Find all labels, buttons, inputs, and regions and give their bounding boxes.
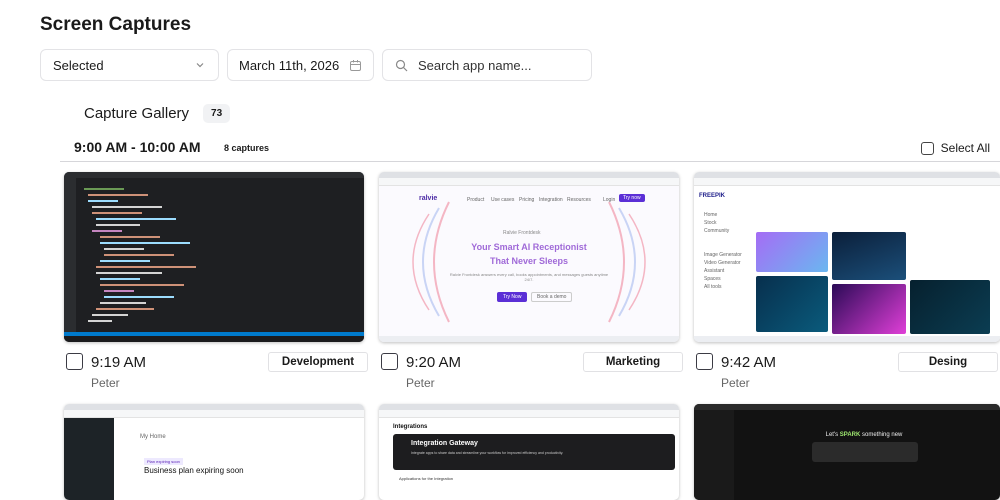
time-range-label: 9:00 AM - 10:00 AM (74, 139, 201, 155)
freepik-side-item: Spaces (704, 276, 721, 282)
ralvie-kicker: Ralvie Frontdesk (503, 230, 541, 236)
gallery-count-badge: 73 (203, 104, 231, 123)
search-app-input[interactable]: Search app name... (382, 49, 592, 81)
gallery-header: Capture Gallery 73 (84, 104, 231, 123)
gallery-title: Capture Gallery (84, 105, 190, 122)
freepik-result-image (756, 276, 828, 332)
ralvie-headline-2: That Never Sleeps (489, 256, 569, 266)
wp-badge: Plan expiring soon (144, 458, 183, 465)
ralvie-cta: Try now (619, 194, 645, 202)
ralvie-login: Login (603, 197, 616, 203)
ralvie-brand: ralvie (419, 195, 438, 202)
select-all-toggle[interactable]: Select All (920, 141, 990, 155)
capture-user: Peter (406, 376, 435, 390)
wp-headline: Business plan expiring soon (144, 466, 244, 475)
capture-time: 9:19 AM (91, 354, 147, 371)
capture-thumbnail[interactable]: Let's SPARK something new (694, 404, 1000, 500)
capture-checkbox[interactable] (696, 353, 713, 370)
ralvie-nav-item: Integration (539, 197, 563, 203)
integrations-title: Integrations (393, 424, 428, 430)
ralvie-subtext: Ralvie Frontdesk answers every call, boo… (449, 272, 609, 282)
capture-thumbnail[interactable]: ralvie Product Use cases Pricing Integra… (379, 172, 679, 342)
wp-title: My Home (140, 434, 166, 440)
ralvie-nav-item: Product (467, 197, 485, 203)
select-all-label: Select All (940, 141, 990, 155)
freepik-brand: FREEPIK (699, 193, 726, 199)
capture-time: 9:20 AM (406, 354, 462, 371)
integration-gateway-headline: Integration Gateway (411, 440, 478, 447)
ralvie-nav-item: Use cases (491, 197, 515, 203)
date-picker-value: March 11th, 2026 (239, 57, 340, 73)
date-picker[interactable]: March 11th, 2026 (227, 49, 374, 81)
ralvie-nav-item: Pricing (519, 197, 535, 203)
capture-thumbnail[interactable]: My Home Plan expiring soon Business plan… (64, 404, 364, 500)
freepik-side-item: Stock (704, 220, 717, 226)
time-group-header: 9:00 AM - 10:00 AM 8 captures Select All (60, 132, 1000, 162)
capture-checkbox[interactable] (66, 353, 83, 370)
integration-gateway-sub: Integrate apps to share data and streaml… (411, 451, 564, 455)
freepik-side-item: Community (704, 228, 730, 234)
capture-user: Peter (91, 376, 120, 390)
select-all-checkbox[interactable] (920, 141, 934, 155)
chevron-down-icon (194, 59, 206, 71)
capture-time: 9:42 AM (721, 354, 777, 371)
selection-dropdown-value: Selected (53, 57, 104, 73)
freepik-result-image (756, 232, 828, 272)
capture-category-tag: Development (268, 352, 368, 372)
search-placeholder: Search app name... (418, 57, 532, 73)
code-lines-image (84, 188, 196, 322)
freepik-side-item: All tools (704, 284, 722, 290)
freepik-result-image (910, 280, 990, 334)
freepik-side-item: Image Generator (704, 252, 742, 258)
ralvie-demo-button: Book a demo (531, 292, 573, 302)
capture-user: Peter (721, 376, 750, 390)
captures-count: 8 captures (224, 143, 270, 153)
capture-thumbnail[interactable] (64, 172, 364, 342)
capture-category-tag: Marketing (583, 352, 683, 372)
freepik-side-item: Assistant (704, 268, 725, 274)
filter-bar: Selected March 11th, 2026 Search app nam… (40, 49, 592, 81)
capture-category-tag: Desing (898, 352, 998, 372)
ralvie-headline: Your Smart AI Receptionist (471, 242, 587, 252)
ralvie-try-button: Try Now (497, 292, 528, 302)
freepik-side-item: Video Generator (704, 260, 741, 266)
capture-thumbnail[interactable]: Integrations Integration Gateway Integra… (379, 404, 679, 500)
search-icon (395, 59, 408, 72)
selection-dropdown[interactable]: Selected (40, 49, 219, 81)
capture-thumbnail[interactable]: FREEPIK Home Stock Community Image Gener… (694, 172, 1000, 342)
ralvie-nav-item: Resources (567, 197, 591, 203)
integration-section-label: Applications for the Integration (399, 476, 454, 481)
capture-checkbox[interactable] (381, 353, 398, 370)
freepik-result-image (832, 232, 906, 280)
page-title: Screen Captures (40, 14, 192, 35)
spark-headline: Let's SPARK something new (825, 432, 903, 438)
calendar-icon (349, 59, 362, 72)
freepik-side-item: Home (704, 212, 718, 218)
freepik-result-image (832, 284, 906, 334)
